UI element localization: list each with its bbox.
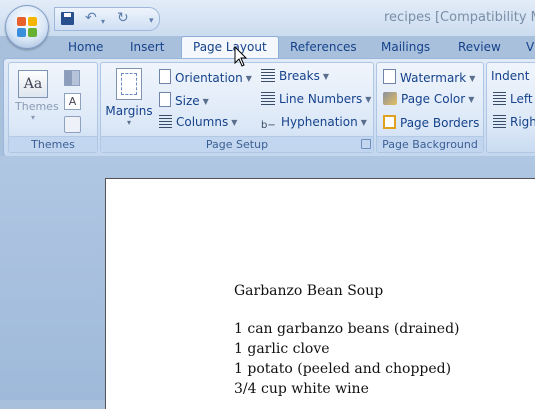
tab-references[interactable]: References — [290, 40, 357, 54]
document-line[interactable]: 1 can garbanzo beans (drained) — [234, 321, 460, 337]
indent-left-label: Left — [510, 92, 533, 106]
document-heading[interactable]: Garbanzo Bean Soup — [234, 283, 383, 299]
tab-insert[interactable]: Insert — [130, 40, 164, 54]
page-background-group: Watermark ▼ Page Color ▼ Page Borders Page… — [376, 62, 484, 153]
themes-dropdown-icon: ▾ — [30, 113, 35, 122]
line-numbers-label: Line Numbers — [279, 92, 363, 106]
breaks-button[interactable]: Breaks ▼ — [261, 69, 329, 83]
page-setup-dialog-launcher-icon[interactable] — [361, 139, 371, 149]
office-logo-icon — [17, 17, 37, 37]
size-label: Size — [175, 94, 200, 108]
orientation-button[interactable]: Orientation ▼ — [159, 69, 252, 85]
theme-effects-icon[interactable] — [64, 116, 81, 133]
save-icon[interactable] — [61, 12, 74, 25]
orientation-label: Orientation — [175, 71, 243, 85]
columns-button[interactable]: Columns ▼ — [159, 115, 237, 129]
watermark-label: Watermark — [400, 71, 467, 85]
indent-right-field[interactable]: Righ — [493, 115, 535, 129]
hyphenation-dropdown-icon: ▼ — [360, 118, 367, 127]
indent-right-label: Righ — [510, 115, 535, 129]
theme-fonts-icon[interactable]: A — [64, 93, 81, 110]
page-color-button[interactable]: Page Color ▼ — [383, 92, 474, 106]
size-dropdown-icon: ▼ — [202, 97, 209, 106]
ribbon-tabs: Home Insert Page Layout References Maili… — [0, 36, 535, 58]
themes-button[interactable]: Aa Themes ▾ — [15, 67, 59, 131]
ribbon: Aa Themes ▾ A Themes Margins ▾ Orientati… — [3, 58, 535, 157]
themes-label: Themes — [15, 100, 59, 113]
indent-right-icon — [493, 115, 506, 128]
breaks-label: Breaks — [279, 69, 320, 83]
line-numbers-dropdown-icon: ▼ — [365, 95, 372, 104]
tab-page-layout[interactable]: Page Layout — [181, 36, 279, 58]
indent-left-icon — [493, 92, 506, 105]
tab-review[interactable]: Review — [458, 40, 501, 54]
orientation-dropdown-icon: ▼ — [245, 74, 252, 83]
page-setup-group-label: Page Setup — [101, 136, 373, 152]
page-borders-icon — [383, 115, 396, 129]
line-numbers-icon — [261, 92, 275, 105]
indent-left-field[interactable]: Left — [493, 92, 533, 106]
indent-label: Indent — [491, 69, 530, 83]
page-background-group-label: Page Background — [377, 136, 483, 152]
margins-button[interactable]: Margins ▾ — [105, 66, 153, 132]
watermark-icon — [383, 69, 396, 84]
office-button[interactable] — [5, 5, 49, 49]
orientation-icon — [159, 69, 171, 84]
redo-icon[interactable]: ↻ — [117, 10, 129, 26]
margins-icon — [116, 68, 142, 100]
quick-access-toolbar: ↶ ▾ ↻ ▾ — [54, 7, 160, 31]
themes-icon: Aa — [18, 70, 48, 98]
page-borders-label: Page Borders — [400, 116, 480, 130]
watermark-dropdown-icon: ▼ — [469, 74, 476, 83]
size-button[interactable]: Size ▼ — [159, 92, 209, 108]
tab-view[interactable]: V — [526, 40, 534, 54]
document-line[interactable]: 1 potato (peeled and chopped) — [234, 361, 451, 377]
margins-dropdown-icon: ▾ — [126, 118, 131, 127]
document-line[interactable]: 3/4 cup white wine — [234, 381, 369, 397]
paragraph-group: Indent Left Righ — [486, 62, 535, 153]
page-color-icon — [383, 92, 397, 105]
tab-mailings[interactable]: Mailings — [381, 40, 430, 54]
hyphenation-label: Hyphenation — [281, 115, 358, 129]
customize-qat-icon[interactable]: ▾ — [149, 13, 154, 29]
watermark-button[interactable]: Watermark ▼ — [383, 69, 475, 85]
columns-icon — [159, 115, 172, 128]
document-line[interactable]: 1 garlic clove — [234, 341, 330, 357]
title-bar: ↶ ▾ ↻ ▾ recipes [Compatibility M — [0, 0, 535, 49]
breaks-dropdown-icon: ▼ — [322, 72, 329, 81]
breaks-icon — [261, 69, 275, 82]
tab-home[interactable]: Home — [68, 40, 103, 54]
hyphenation-icon: b− — [261, 120, 276, 131]
undo-icon[interactable]: ↶ — [85, 10, 97, 26]
hyphenation-button[interactable]: b− Hyphenation ▼ — [261, 115, 367, 133]
margins-label: Margins — [105, 104, 153, 118]
page-color-dropdown-icon: ▼ — [468, 95, 475, 104]
size-icon — [159, 92, 171, 107]
undo-dropdown-icon[interactable]: ▾ — [101, 14, 105, 30]
page-setup-group: Margins ▾ Orientation ▼ Size ▼ Columns ▼ Br… — [100, 62, 374, 153]
mouse-cursor-icon — [234, 46, 248, 67]
window-title: recipes [Compatibility M — [384, 10, 535, 25]
page-color-label: Page Color — [401, 92, 466, 106]
themes-group: Aa Themes ▾ A Themes — [8, 62, 98, 153]
page-borders-button[interactable]: Page Borders — [383, 115, 479, 130]
columns-label: Columns — [176, 115, 229, 129]
theme-colors-icon[interactable] — [64, 70, 80, 86]
line-numbers-button[interactable]: Line Numbers ▼ — [261, 92, 371, 106]
themes-group-label: Themes — [9, 136, 97, 152]
columns-dropdown-icon: ▼ — [231, 118, 238, 127]
